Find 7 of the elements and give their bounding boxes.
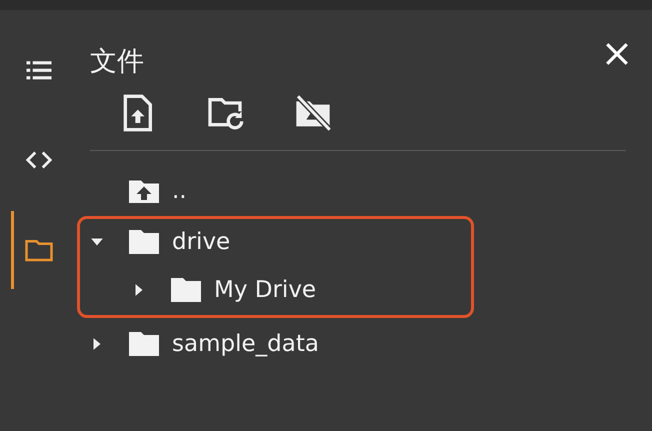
close-icon[interactable] — [604, 41, 630, 67]
file-name[interactable]: drive — [172, 228, 230, 254]
drive-off-icon[interactable] — [293, 93, 333, 133]
file-name[interactable]: My Drive — [214, 276, 316, 302]
panel-title: 文件 — [90, 45, 144, 79]
file-name[interactable]: sample_data — [172, 330, 319, 356]
file-name[interactable]: .. — [172, 178, 187, 204]
